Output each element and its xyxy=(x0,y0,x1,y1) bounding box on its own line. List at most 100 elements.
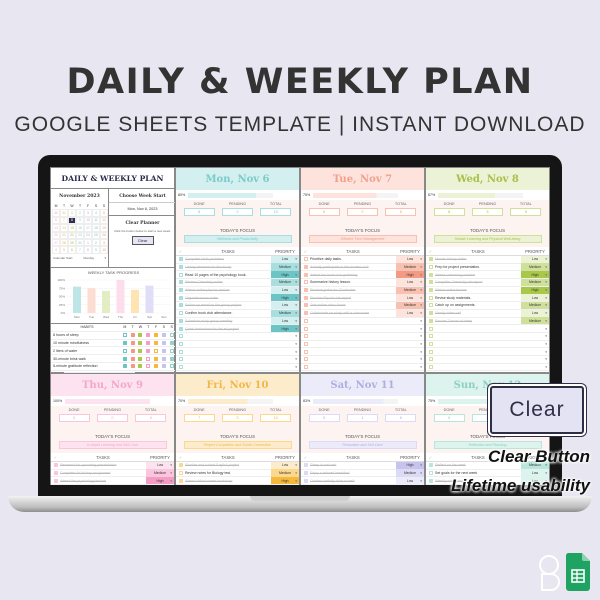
task-checkbox[interactable] xyxy=(178,318,183,323)
calendar-day[interactable]: 31 xyxy=(60,209,68,217)
habit-checkbox[interactable] xyxy=(146,340,151,345)
priority-select[interactable]: ▼ xyxy=(271,348,299,355)
calendar-day[interactable]: 28 xyxy=(60,238,68,247)
priority-select[interactable]: High ▼ xyxy=(271,271,299,279)
habit-checkbox[interactable] xyxy=(130,356,135,361)
task-text[interactable]: Attend virtual career workshop xyxy=(185,479,271,483)
task-text[interactable]: Actively participate in the student club xyxy=(310,265,396,269)
priority-select[interactable]: High ▼ xyxy=(521,286,549,294)
priority-select[interactable]: Low ▼ xyxy=(396,309,424,317)
calendar-day[interactable]: 6 xyxy=(68,246,76,254)
task-checkbox[interactable] xyxy=(428,357,433,362)
task-checkbox[interactable] xyxy=(303,471,308,476)
habit-checkbox[interactable] xyxy=(138,348,143,353)
task-checkbox[interactable] xyxy=(178,303,183,308)
habit-checkbox[interactable] xyxy=(130,333,135,338)
task-checkbox[interactable] xyxy=(428,349,433,354)
calendar-day[interactable]: 8 xyxy=(84,246,92,254)
task-checkbox[interactable] xyxy=(303,326,308,331)
task-checkbox[interactable] xyxy=(178,295,183,300)
calendar-day[interactable]: 2 xyxy=(92,238,100,247)
calendar-day[interactable]: 2 xyxy=(76,209,84,217)
priority-select[interactable]: ▼ xyxy=(396,325,424,332)
habit-checkbox[interactable] xyxy=(138,340,143,345)
focus-input[interactable]: Efficient Time Management xyxy=(308,235,417,243)
habit-checkbox[interactable] xyxy=(169,356,174,361)
calendar-day[interactable]: 21 xyxy=(60,231,68,239)
task-text[interactable]: Practice guitar for 20 minutes xyxy=(310,288,396,292)
task-text[interactable]: Review Chemistry notes xyxy=(185,280,271,284)
task-checkbox[interactable] xyxy=(178,349,183,354)
task-text[interactable]: Attend swimming practice xyxy=(435,273,521,277)
task-text[interactable]: Revise study materials. xyxy=(435,296,521,300)
task-text[interactable]: Ensure 7 hours of sleep xyxy=(435,319,521,323)
calendar-day[interactable]: 16 xyxy=(76,224,84,232)
habit-checkbox[interactable] xyxy=(169,364,174,369)
priority-select[interactable]: Medium ▼ xyxy=(396,301,424,310)
task-text[interactable]: Attend online physics lecture xyxy=(185,288,271,292)
calendar-day[interactable]: 4 xyxy=(92,209,100,217)
task-text[interactable]: Catch up on assignments. xyxy=(435,303,521,307)
task-checkbox[interactable] xyxy=(303,318,308,323)
task-checkbox[interactable] xyxy=(178,364,183,369)
priority-select[interactable]: ▼ xyxy=(396,340,424,347)
task-checkbox[interactable] xyxy=(428,280,433,285)
priority-select[interactable]: ▼ xyxy=(396,348,424,355)
task-checkbox[interactable] xyxy=(303,303,308,308)
calendar-day[interactable]: 8 xyxy=(68,216,76,225)
priority-select[interactable]: Low ▼ xyxy=(521,255,549,263)
task-text[interactable]: Quick brainstorm for the art project xyxy=(185,327,271,331)
priority-select[interactable]: Medium ▼ xyxy=(396,286,424,294)
habit-checkbox[interactable] xyxy=(169,348,174,353)
calendar-day[interactable]: 15 xyxy=(68,224,76,232)
priority-select[interactable]: Low ▼ xyxy=(396,477,424,485)
priority-select[interactable]: Low ▼ xyxy=(396,255,424,263)
priority-select[interactable]: ▼ xyxy=(521,340,549,347)
calendar-day[interactable]: 7 xyxy=(60,216,68,225)
priority-select[interactable]: ▼ xyxy=(521,348,549,355)
priority-select[interactable]: Medium ▼ xyxy=(396,263,424,271)
focus-input[interactable]: Project Completion and Social Connection xyxy=(183,441,292,449)
habit-checkbox[interactable] xyxy=(130,348,135,353)
habit-checkbox[interactable] xyxy=(161,356,166,361)
priority-select[interactable]: Low ▼ xyxy=(396,278,424,286)
habit-checkbox[interactable] xyxy=(138,333,143,338)
task-checkbox[interactable] xyxy=(178,471,183,476)
task-text[interactable]: Sleep in and rest xyxy=(310,463,396,467)
task-text[interactable]: Enjoy a relaxed breakfast xyxy=(310,471,396,475)
task-checkbox[interactable] xyxy=(53,463,58,468)
priority-select[interactable]: ▼ xyxy=(396,356,424,363)
task-checkbox[interactable] xyxy=(303,265,308,270)
task-text[interactable]: Research for upcoming presentation xyxy=(60,463,146,467)
task-text[interactable]: Read 10 pages of the psychology book. xyxy=(185,273,271,277)
priority-select[interactable]: Low ▼ xyxy=(271,317,299,325)
task-text[interactable]: Family video call xyxy=(435,311,521,315)
priority-select[interactable]: High ▼ xyxy=(271,294,299,302)
task-checkbox[interactable] xyxy=(303,280,308,285)
task-text[interactable]: Prioritize daily tasks. xyxy=(310,257,396,261)
calendar-day[interactable]: 4 xyxy=(52,246,60,254)
task-checkbox[interactable] xyxy=(428,288,433,293)
task-text[interactable]: Collaborate on study with a classmate xyxy=(310,311,396,315)
focus-input[interactable]: Holistic Learning and Physical Well-bein… xyxy=(433,235,542,243)
calendar-day[interactable]: 23 xyxy=(76,231,84,239)
priority-select[interactable]: Low ▼ xyxy=(271,301,299,310)
task-text[interactable]: Finalize and submit English project xyxy=(185,463,271,467)
calendar-day[interactable]: 20 xyxy=(52,231,60,239)
task-text[interactable]: Join online class forum xyxy=(310,303,396,307)
task-checkbox[interactable] xyxy=(178,463,183,468)
task-text[interactable]: Review notes for Biology test. xyxy=(185,471,271,475)
priority-select[interactable]: ▼ xyxy=(521,325,549,332)
priority-select[interactable]: Medium ▼ xyxy=(396,469,424,477)
calendar-day[interactable]: 19 xyxy=(100,224,108,232)
week-start-value[interactable]: Mon, Nov 6, 2023 xyxy=(109,203,176,216)
task-text[interactable]: Master history dates xyxy=(435,257,521,261)
task-checkbox[interactable] xyxy=(178,334,183,339)
task-checkbox[interactable] xyxy=(178,326,183,331)
habit-checkbox[interactable] xyxy=(146,356,151,361)
task-checkbox[interactable] xyxy=(303,334,308,339)
priority-select[interactable]: Medium ▼ xyxy=(271,309,299,317)
habit-checkbox[interactable] xyxy=(169,333,174,338)
calendar-day[interactable]: 13 xyxy=(52,224,60,232)
habit-checkbox[interactable] xyxy=(122,333,127,338)
